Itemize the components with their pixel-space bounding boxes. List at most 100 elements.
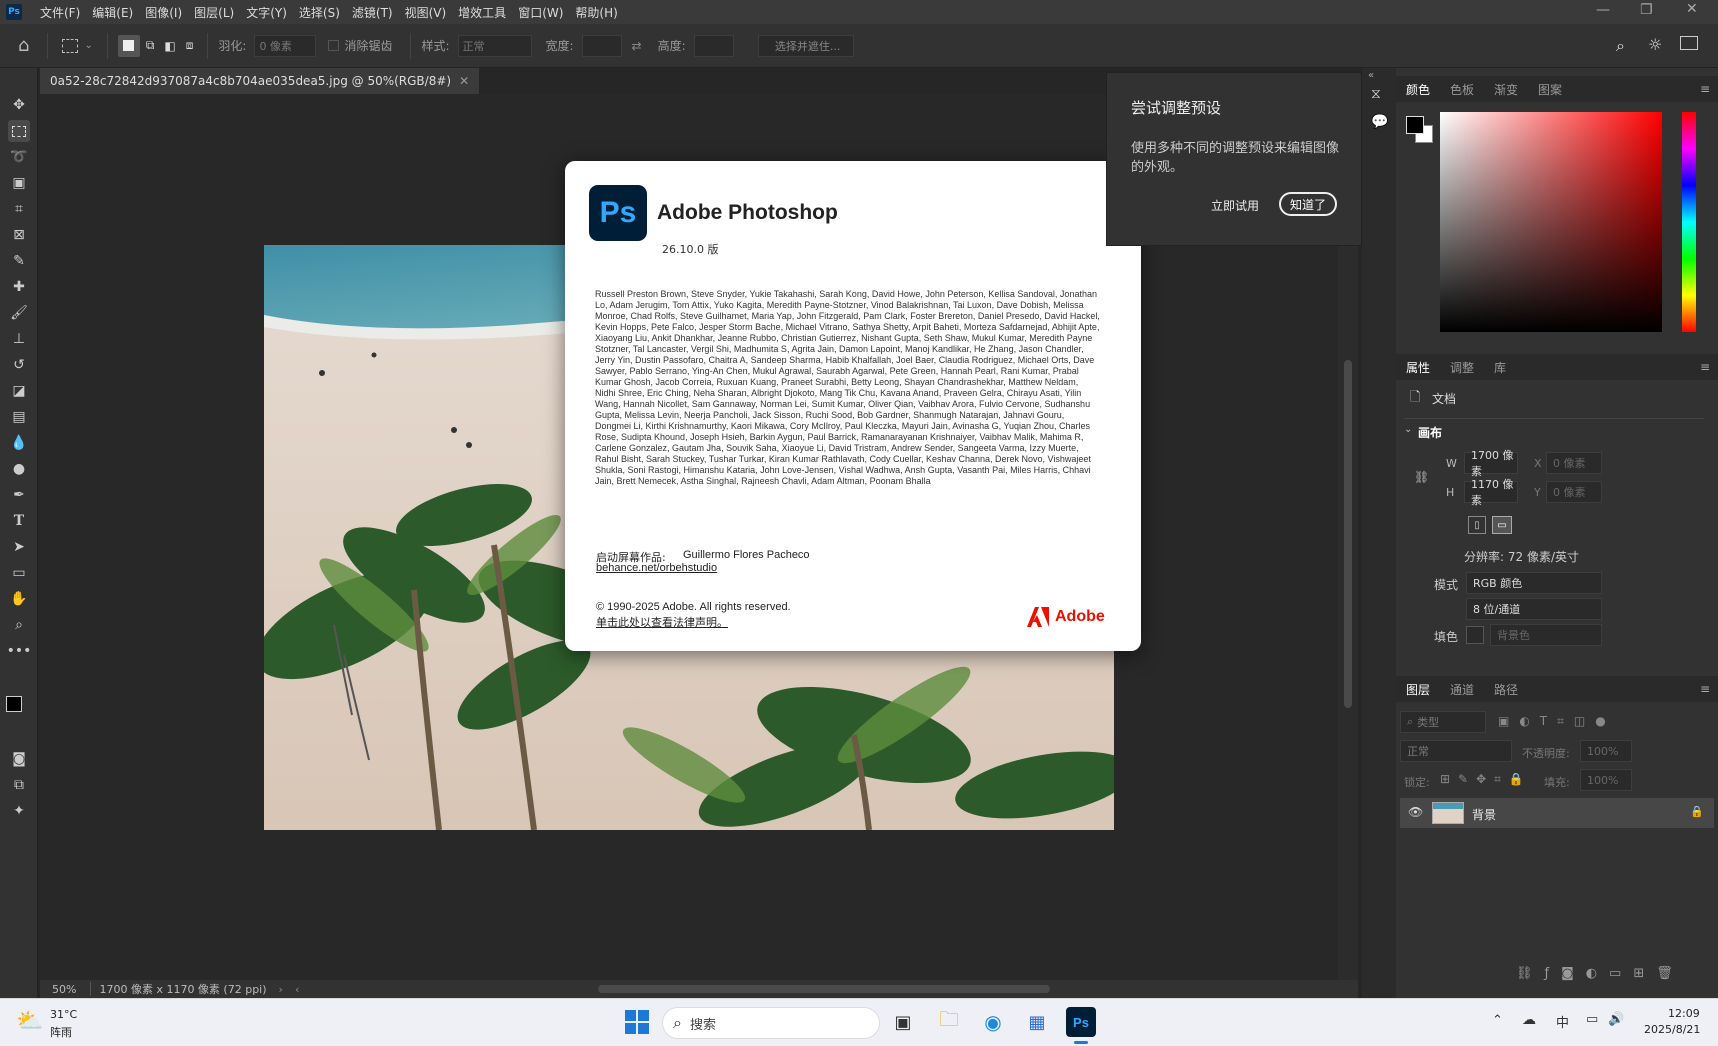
- search-icon[interactable]: ⌕: [1616, 36, 1625, 56]
- layer-actions[interactable]: ⛓ƒ◙◐▭⊞🗑: [1516, 966, 1685, 981]
- menu-layer[interactable]: 图层(L): [188, 4, 240, 21]
- zoom-tool-icon[interactable]: ⌕: [8, 614, 30, 636]
- clock-time[interactable]: 12:09: [1668, 1007, 1700, 1020]
- height-input[interactable]: [693, 34, 734, 57]
- layer-row[interactable]: 👁 背景 🔒: [1400, 798, 1714, 828]
- bit-depth-select[interactable]: 8 位/通道: [1466, 598, 1602, 620]
- generative-fill-icon[interactable]: ✦: [8, 800, 30, 822]
- gradient-tool-icon[interactable]: ▤: [8, 406, 30, 428]
- new-selection-icon[interactable]: [117, 34, 140, 57]
- lock-icons[interactable]: ⊞✎✥⌗🔒: [1440, 772, 1532, 787]
- canvas-x-input[interactable]: 0 像素: [1546, 452, 1602, 474]
- screen-mode-icon[interactable]: ⧉: [8, 774, 30, 796]
- tab-patterns[interactable]: 图案: [1528, 81, 1572, 98]
- weather-temp[interactable]: 31°C: [50, 1008, 77, 1021]
- close-tab-icon[interactable]: ✕: [459, 74, 469, 88]
- behance-link[interactable]: behance.net/orbehstudio: [596, 562, 717, 574]
- menu-view[interactable]: 视图(V): [399, 4, 453, 21]
- chevron-down-icon[interactable]: ⌄: [1404, 424, 1412, 435]
- frame-tool-icon[interactable]: ⊠: [8, 224, 30, 246]
- more-tools-icon[interactable]: •••: [7, 640, 32, 662]
- menu-select[interactable]: 选择(S): [293, 4, 346, 21]
- pen-tool-icon[interactable]: ✒: [8, 484, 30, 506]
- menu-edit[interactable]: 编辑(E): [86, 4, 139, 21]
- panel-menu-icon[interactable]: ≡: [1700, 360, 1710, 374]
- type-tool-icon[interactable]: T: [8, 510, 30, 532]
- discover-light-icon[interactable]: ☼: [1648, 35, 1662, 54]
- healing-brush-tool-icon[interactable]: ✚: [8, 276, 30, 298]
- panel-menu-icon[interactable]: ≡: [1700, 682, 1710, 696]
- blur-tool-icon[interactable]: 💧: [8, 432, 30, 454]
- menu-filter[interactable]: 滤镜(T): [346, 4, 399, 21]
- close-icon[interactable]: ✕: [1686, 1, 1698, 17]
- color-field[interactable]: [1440, 112, 1662, 332]
- document-tab[interactable]: 0a52-28c72842d937087a4c8b704ae035dea5.jp…: [40, 68, 480, 94]
- foreground-color-swatch[interactable]: [6, 696, 22, 712]
- canvas-section-title[interactable]: 画布: [1418, 424, 1442, 441]
- opacity-input[interactable]: 100%: [1580, 740, 1632, 762]
- add-selection-icon[interactable]: ⧉: [146, 38, 155, 53]
- tab-gradients[interactable]: 渐变: [1484, 81, 1528, 98]
- portrait-orientation-icon[interactable]: ▯: [1468, 516, 1486, 534]
- taskbar-search[interactable]: ⌕ 搜索: [662, 1007, 880, 1039]
- marquee-preset-icon[interactable]: [62, 38, 79, 53]
- menu-plugins[interactable]: 增效工具: [452, 4, 512, 21]
- intersect-selection-icon[interactable]: ⧈: [186, 38, 194, 53]
- tab-properties[interactable]: 属性: [1396, 359, 1440, 376]
- tab-color[interactable]: 颜色: [1396, 81, 1440, 98]
- menu-file[interactable]: 文件(F): [34, 4, 86, 21]
- canvas-y-input[interactable]: 0 像素: [1546, 481, 1602, 503]
- chevron-left-icon[interactable]: ‹: [295, 983, 299, 996]
- move-tool-icon[interactable]: ✥: [8, 94, 30, 116]
- chevron-right-icon[interactable]: ›: [279, 983, 283, 996]
- got-it-button[interactable]: 知道了: [1279, 192, 1337, 216]
- tray-chevron-icon[interactable]: ⌃: [1492, 1013, 1503, 1028]
- rectangle-tool-icon[interactable]: ▭: [8, 562, 30, 584]
- quick-mask-icon[interactable]: ◙: [8, 748, 30, 770]
- network-icon[interactable]: ▭: [1586, 1012, 1598, 1027]
- subtract-selection-icon[interactable]: ◧: [164, 39, 175, 53]
- tab-libraries[interactable]: 库: [1484, 359, 1516, 376]
- eyedropper-tool-icon[interactable]: ✎: [8, 250, 30, 272]
- restore-icon[interactable]: ❐: [1640, 2, 1653, 18]
- history-brush-tool-icon[interactable]: ↺: [8, 354, 30, 376]
- store-icon[interactable]: ▦: [1022, 1007, 1052, 1037]
- eraser-tool-icon[interactable]: ◪: [8, 380, 30, 402]
- path-select-tool-icon[interactable]: ➤: [8, 536, 30, 558]
- eye-icon[interactable]: 👁: [1408, 805, 1423, 819]
- zoom-level[interactable]: 50%: [40, 983, 90, 996]
- blend-mode-select[interactable]: 正常: [1400, 740, 1512, 762]
- tab-layers[interactable]: 图层: [1396, 681, 1440, 698]
- comments-panel-icon[interactable]: 💬: [1371, 114, 1388, 130]
- hand-tool-icon[interactable]: ✋: [8, 588, 30, 610]
- canvas-height-input[interactable]: 1170 像素: [1464, 478, 1518, 507]
- menu-help[interactable]: 帮助(H): [569, 4, 623, 21]
- fill-select[interactable]: 背景色: [1490, 624, 1602, 646]
- menu-window[interactable]: 窗口(W): [512, 4, 569, 21]
- style-select[interactable]: 正常: [457, 34, 532, 57]
- marquee-tool-icon[interactable]: [8, 120, 30, 142]
- feather-input[interactable]: 0 像素: [254, 34, 317, 57]
- weather-icon[interactable]: ⛅: [16, 1009, 43, 1034]
- hue-slider[interactable]: [1682, 112, 1696, 332]
- edge-icon[interactable]: ◉: [978, 1007, 1008, 1037]
- menu-type[interactable]: 文字(Y): [240, 4, 293, 21]
- workspace-icon[interactable]: [1680, 36, 1698, 50]
- object-select-tool-icon[interactable]: ▣: [8, 172, 30, 194]
- minimize-icon[interactable]: —: [1596, 2, 1610, 18]
- color-foreground-swatch[interactable]: [1406, 116, 1424, 134]
- clone-stamp-tool-icon[interactable]: ⊥: [8, 328, 30, 350]
- width-input[interactable]: [581, 34, 622, 57]
- link-icon[interactable]: ⛓: [1414, 470, 1429, 484]
- file-explorer-icon[interactable]: 🗀: [934, 1007, 964, 1037]
- lasso-tool-icon[interactable]: ➰: [8, 146, 30, 168]
- vertical-scroll-thumb[interactable]: [1344, 360, 1352, 708]
- tab-paths[interactable]: 路径: [1484, 681, 1528, 698]
- volume-icon[interactable]: 🔊: [1608, 1012, 1624, 1027]
- photoshop-taskbar-icon[interactable]: Ps: [1066, 1007, 1096, 1037]
- layer-name[interactable]: 背景: [1472, 806, 1496, 823]
- photoshop-app-icon[interactable]: Ps: [6, 4, 22, 20]
- legal-notice-link[interactable]: 单击此处以查看法律声明。: [596, 614, 728, 630]
- onedrive-icon[interactable]: ☁: [1522, 1012, 1536, 1028]
- tab-adjustments[interactable]: 调整: [1440, 359, 1484, 376]
